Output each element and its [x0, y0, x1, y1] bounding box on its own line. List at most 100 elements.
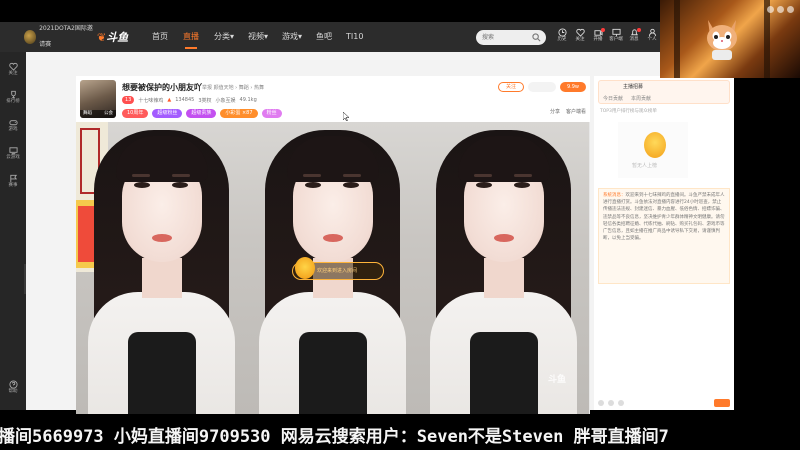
- heat-count: 134845: [175, 97, 195, 103]
- settings-icon[interactable]: [618, 400, 624, 406]
- messages-button[interactable]: 消息: [626, 28, 642, 48]
- go-live-button[interactable]: 开播: [590, 28, 606, 48]
- heart-icon: [575, 28, 585, 37]
- badge-row: 10周年 超级粉丝 超级贵族 小彩蛋 ×87 粉丝: [122, 109, 282, 118]
- go-live-label: 开播: [593, 37, 603, 42]
- video-player[interactable]: 欢迎来到进入房间 斗鱼: [76, 122, 590, 414]
- notification-dot: [637, 28, 641, 32]
- gift-icon[interactable]: [608, 400, 614, 406]
- user-icon: [648, 28, 656, 37]
- badge-anniversary[interactable]: 10周年: [122, 109, 149, 118]
- badge-egg[interactable]: 小彩蛋 ×87: [220, 109, 258, 118]
- badge-fans[interactable]: 粉丝: [261, 109, 282, 118]
- sidebar-item-events[interactable]: 赛事: [2, 172, 24, 194]
- follow-area: 关注 9.9w: [498, 82, 586, 92]
- search-box[interactable]: [476, 30, 546, 45]
- nav-games-label: 游戏: [282, 32, 298, 41]
- nav-video-label: 视频: [248, 32, 264, 41]
- main-content: 舞蹈 公会 想要被保护的小朋友吖 举报 颜值天地 › 舞蹈 › 热舞 13 十七…: [26, 52, 734, 414]
- nav-live[interactable]: 直播: [183, 30, 199, 49]
- nav-video[interactable]: 视频▾: [248, 30, 268, 44]
- fish-swirl-icon: ❦: [97, 31, 107, 44]
- help-icon: [8, 380, 18, 389]
- room-title: 想要被保护的小朋友吖: [122, 83, 202, 92]
- streamer-camera-overlay: [660, 0, 800, 78]
- trophy-icon: [10, 90, 16, 99]
- sidebar-item-label: 云游戏: [6, 155, 20, 160]
- tab-week[interactable]: 本周贡献: [631, 95, 651, 102]
- cartoon-cat-avatar: [707, 20, 737, 60]
- follow-list-button[interactable]: 关注: [572, 28, 588, 48]
- avatar-caption-right: 公会: [104, 111, 113, 116]
- heart-count-button[interactable]: 9.9w: [560, 82, 586, 92]
- mascot-icon: [644, 132, 666, 158]
- sidebar-item-label: 帮助: [8, 389, 18, 394]
- heart-icon: [8, 62, 18, 71]
- mouse-cursor-icon: [343, 112, 349, 121]
- board-title[interactable]: 主播招募: [623, 83, 643, 90]
- guild-name: 小象互娱: [215, 97, 236, 104]
- send-button[interactable]: [714, 399, 730, 407]
- chat-toolbar: [598, 398, 730, 408]
- rank-info: 3类权: [198, 97, 212, 104]
- sidebar-item-ranking[interactable]: 排行榜: [2, 88, 24, 110]
- nav-fishbar[interactable]: 鱼吧: [316, 30, 332, 44]
- sidebar-item-label: 排行榜: [6, 99, 20, 104]
- ti-logo-icon: [24, 30, 37, 44]
- event-logo-text: 2021DOTA2国际邀请赛: [39, 25, 93, 48]
- client-download-button[interactable]: 客户端: [608, 28, 624, 48]
- contribution-board: 主播招募 今日贡献 本周贡献: [598, 80, 730, 104]
- rank-hint: TOP3用户排行榜与观众榜单: [600, 109, 657, 114]
- nav-category-label: 分类: [214, 32, 230, 41]
- client-label: 客户端: [609, 37, 623, 42]
- profile-button[interactable]: 个人: [644, 28, 660, 48]
- notice-body: 欢迎来到十七味辣鸡的直播间。斗鱼严禁未成年人进行直播打赏。斗鱼依法对直播内容进行…: [603, 193, 725, 242]
- host-name[interactable]: 十七味辣鸡: [138, 97, 163, 104]
- sidebar-item-help[interactable]: 帮助: [2, 378, 24, 400]
- flag-icon: [9, 174, 17, 183]
- tab-today[interactable]: 今日贡献: [603, 95, 623, 102]
- host-info-row: 13 十七味辣鸡 ▲ 134845 3类权 小象互娱 49.1kg: [122, 95, 257, 105]
- ticker-text: 播间5669973 小妈直播间9709530 网易云搜索用户：Seven不是St…: [0, 427, 669, 447]
- host-avatar[interactable]: 舞蹈 公会: [80, 80, 116, 118]
- room-category-breadcrumb[interactable]: 举报 颜值天地 › 舞蹈 › 热舞: [202, 84, 264, 91]
- chat-panel: 主播招募 今日贡献 本周贡献 TOP3用户排行榜与观众榜单 暂无人上榜 系统消息…: [594, 76, 734, 410]
- cloud-game-icon: [8, 147, 18, 155]
- board-tabs: 今日贡献 本周贡献: [603, 95, 651, 102]
- sidebar-item-follow[interactable]: 关注: [2, 60, 24, 82]
- notification-dot: [601, 28, 605, 32]
- sidebar-item-games[interactable]: 游戏: [2, 116, 24, 138]
- mascot-icon: [295, 257, 315, 279]
- scrolling-ticker: 播间5669973 小妈直播间9709530 网易云搜索用户：Seven不是St…: [0, 418, 800, 450]
- browser-window: 2021DOTA2国际邀请赛 ❦斗鱼 首页 直播 分类▾ 视频▾ 游戏▾ 鱼吧 …: [0, 22, 734, 414]
- site-brand-logo[interactable]: ❦斗鱼: [97, 29, 129, 45]
- screen: 2021DOTA2国际邀请赛 ❦斗鱼 首页 直播 分类▾ 视频▾ 游戏▾ 鱼吧 …: [0, 0, 800, 450]
- nav-games[interactable]: 游戏▾: [282, 30, 302, 44]
- nav-ti10[interactable]: TI10: [346, 30, 363, 44]
- follow-button[interactable]: 关注: [498, 82, 524, 92]
- emoji-icon[interactable]: [598, 400, 604, 406]
- sidebar-item-cloud-game[interactable]: 云游戏: [2, 144, 24, 166]
- nav-category[interactable]: 分类▾: [214, 30, 234, 44]
- overlay-icons: [767, 6, 794, 13]
- nav-home[interactable]: 首页: [152, 30, 168, 44]
- sidebar-item-label: 关注: [8, 71, 18, 76]
- history-button[interactable]: 历史: [554, 28, 570, 48]
- share-button[interactable]: 分享: [550, 108, 560, 115]
- avatar-caption: 舞蹈 公会: [80, 110, 116, 118]
- video-watermark: 斗鱼: [548, 375, 567, 385]
- chevron-down-icon: ▾: [264, 32, 269, 41]
- badge-super-noble[interactable]: 超级贵族: [186, 109, 217, 118]
- notice-head: 系统消息：: [603, 193, 626, 198]
- profile-label: 个人: [647, 37, 657, 42]
- client-watch-button[interactable]: 客户端看: [566, 108, 586, 115]
- search-icon[interactable]: [532, 33, 541, 42]
- event-logo[interactable]: 2021DOTA2国际邀请赛: [24, 25, 96, 48]
- room-entry-text: 欢迎来到进入房间: [317, 268, 358, 274]
- search-input[interactable]: [482, 32, 528, 43]
- live-room-card: 舞蹈 公会 想要被保护的小朋友吖 举报 颜值天地 › 舞蹈 › 热舞 13 十七…: [76, 76, 590, 414]
- badge-super-fan[interactable]: 超级粉丝: [152, 109, 183, 118]
- video-pane-left: [76, 122, 247, 414]
- weight-value: 49.1kg: [239, 97, 257, 103]
- host-level-badge: 13: [122, 96, 135, 104]
